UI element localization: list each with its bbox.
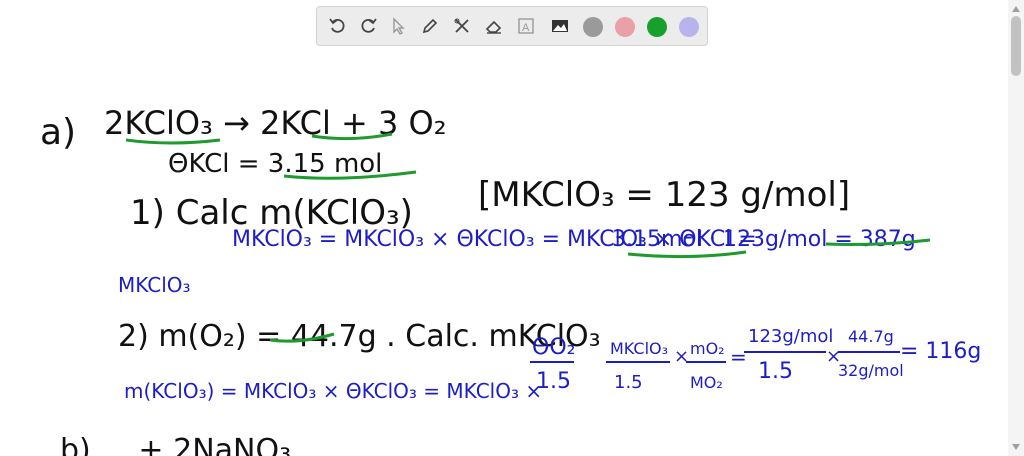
underline-result-1 (627, 250, 747, 259)
frac3-denominator: MO₂ (690, 373, 723, 392)
color-pink-swatch[interactable] (615, 17, 635, 37)
drawing-toolbar: A (316, 6, 708, 46)
frac4-denominator: 1.5 (758, 359, 793, 384)
frac5-numerator: 44.7g (848, 327, 894, 346)
frac1-denominator: 1.5 (536, 369, 571, 394)
vertical-scrollbar[interactable] (1008, 0, 1024, 456)
frac4-numerator: 123g/mol (748, 326, 833, 347)
scroll-down-arrow[interactable] (1012, 444, 1020, 450)
frac5-denominator: 32g/mol (838, 361, 904, 380)
svg-text:A: A (522, 22, 530, 34)
frac2-denominator: 1.5 (614, 372, 643, 393)
reaction-equation: 2KClO₃ → 2KCl + 3 O₂ (104, 104, 447, 142)
redo-icon (361, 18, 377, 33)
step1-result: 3.15mol · 123g/mol = 387g (612, 227, 916, 252)
image-icon (552, 20, 568, 32)
moles-kcl: ΘKCl = 3.15 mol (168, 149, 382, 179)
svg-text:×: × (674, 346, 689, 367)
undo-button[interactable] (325, 13, 351, 39)
pencil-button[interactable] (417, 13, 443, 39)
svg-text:=: = (730, 345, 747, 369)
whiteboard-canvas[interactable]: a) 2KClO₃ → 2KCl + 3 O₂ ΘKCl = 3.15 mol … (0, 0, 1008, 456)
scroll-up-arrow[interactable] (1012, 6, 1020, 12)
pointer-icon (393, 17, 405, 35)
step2-title: 2) m(O₂) = 44.7g . Calc. mKClO₃ (118, 319, 601, 354)
frac1-numerator: ΘO₂ (532, 335, 575, 360)
final-answer: = 116g (900, 339, 981, 364)
scroll-thumb[interactable] (1011, 16, 1021, 76)
molar-mass-note: [MKClO₃ = 123 g/mol] (478, 175, 850, 215)
color-gray-swatch[interactable] (583, 17, 603, 37)
tools-icon (454, 18, 469, 33)
tools-button[interactable] (449, 13, 475, 39)
eraser-button[interactable] (481, 13, 507, 39)
text-button[interactable]: A (513, 13, 539, 39)
color-lavender-swatch[interactable] (679, 17, 699, 37)
pointer-button[interactable] (385, 13, 411, 39)
frac2-numerator: MKClO₃ (610, 339, 668, 358)
pencil-icon (422, 18, 438, 34)
cutoff-line: b) ... + 2NaNO₃ (60, 433, 291, 456)
blue-equation-2: m(KClO₃) = MKClO₃ × ΘKClO₃ = MKClO₃ × (124, 379, 542, 403)
mkclo3-label: MKClO₃ (118, 273, 191, 297)
text-icon: A (518, 18, 534, 34)
part-a-label: a) (40, 112, 76, 153)
frac3-numerator: mO₂ (690, 339, 725, 358)
eraser-icon (485, 20, 502, 34)
image-button[interactable] (547, 13, 573, 39)
undo-icon (329, 18, 345, 33)
redo-button[interactable] (355, 13, 381, 39)
color-green-swatch[interactable] (647, 17, 667, 37)
